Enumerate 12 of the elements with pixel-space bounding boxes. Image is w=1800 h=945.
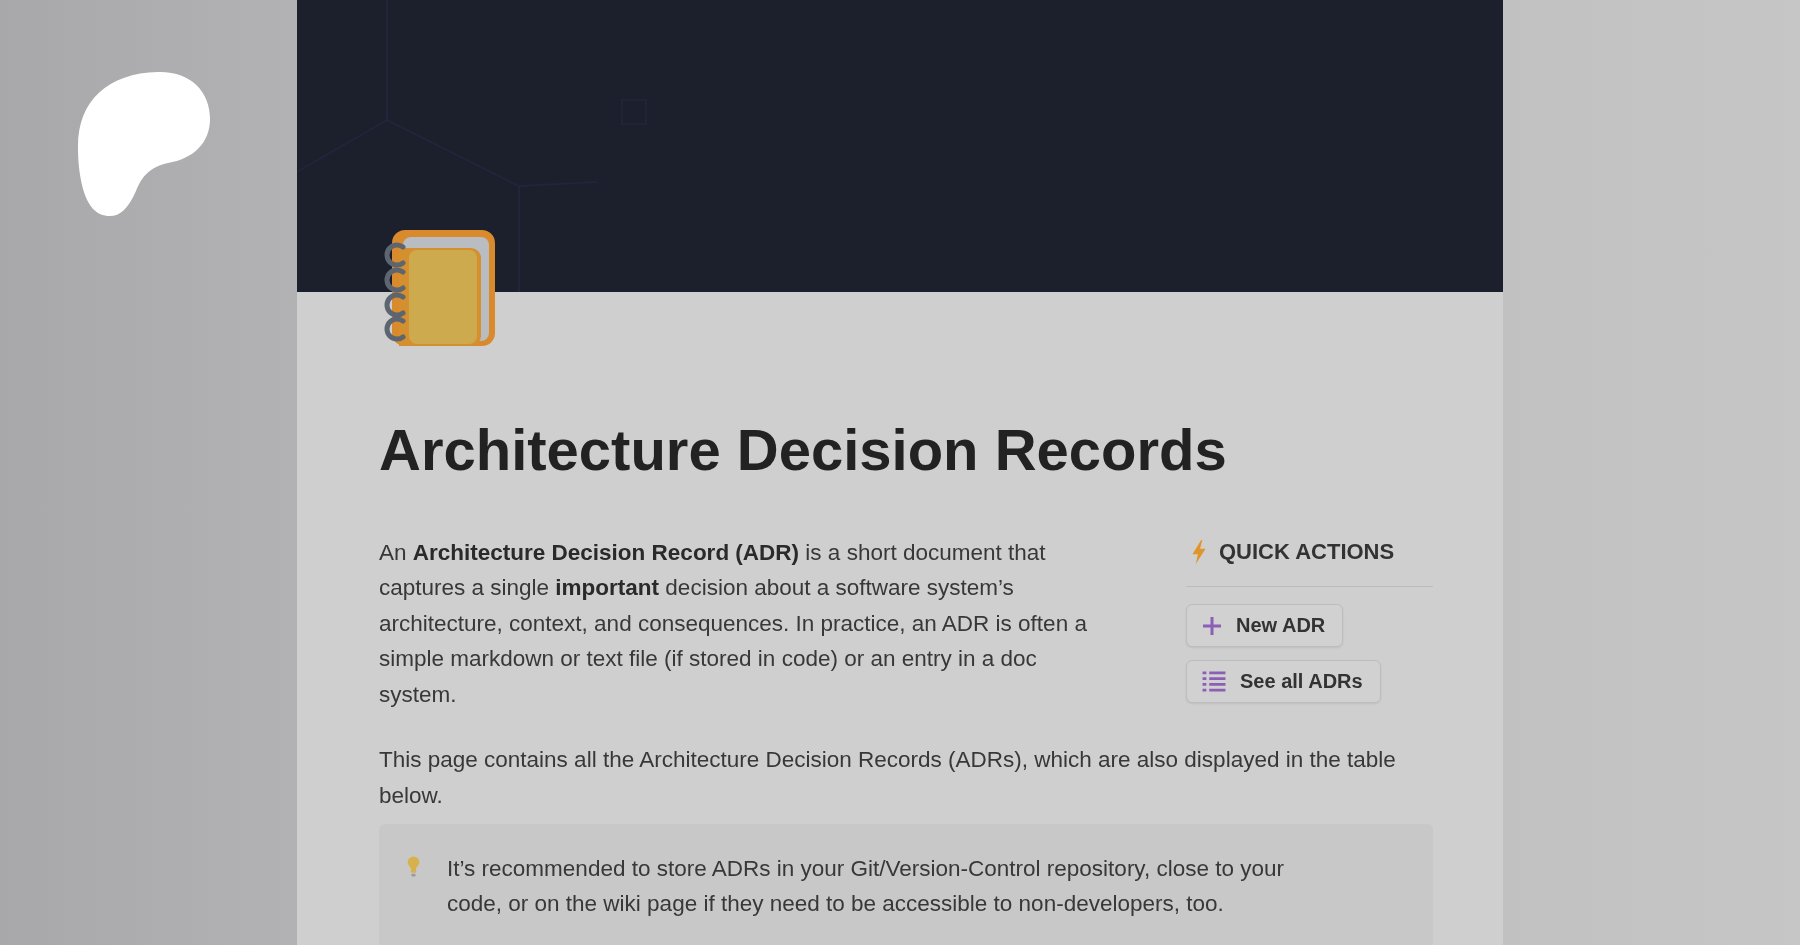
section-heading: QUICK ACTIONS: [1219, 539, 1395, 566]
action-button[interactable]: See all ADRs: [1186, 660, 1381, 704]
lightbulb-icon: [407, 856, 420, 878]
intro-paragraph: An Architecture Decision Record (ADR) is a short document that captures a single important decision about a software system’s architecture, context, and consequences. In practice, an ADR is often a simple markdown or text file (if stored in code) or an entry in a doc system.: [379, 538, 1088, 709]
page-title: Architecture Decision Records: [379, 417, 1228, 484]
callout-text: It’s recommended to store ADRs in your Git/Version-Control repository, close to your code, or on the wiki page if they need to be accessible to non-developers, too.: [447, 855, 1285, 919]
list-icon: [1202, 671, 1226, 693]
plus-icon: [1202, 615, 1222, 636]
action-button[interactable]: New ADR: [1186, 604, 1344, 648]
lightning-icon: [1191, 540, 1207, 565]
logo-icon: [78, 71, 210, 216]
description-paragraph: This page contains all the Architecture Decision Records (ADRs), which are also displayed in the table below.: [379, 746, 1397, 810]
